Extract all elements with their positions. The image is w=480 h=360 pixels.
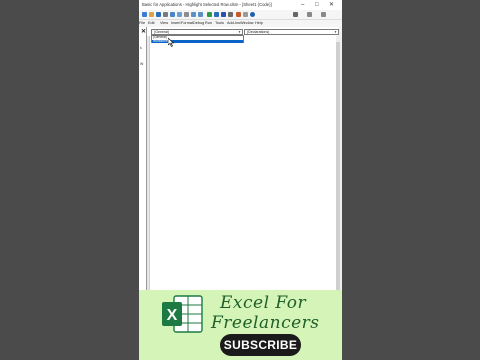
- undo-icon[interactable]: [191, 12, 196, 17]
- menu-run[interactable]: Run: [205, 21, 212, 25]
- pane-label: k: [140, 46, 142, 50]
- brand-line-2: Freelancers: [211, 313, 320, 333]
- properties-icon[interactable]: [243, 12, 248, 17]
- help-icon[interactable]: [250, 12, 255, 17]
- excel-logo-icon: X: [162, 295, 203, 333]
- reset-icon[interactable]: [221, 12, 226, 17]
- object-dropdown-value: (General): [154, 30, 170, 34]
- paste-icon[interactable]: [177, 12, 182, 17]
- object-list-item-selected[interactable]: Worksheet: [152, 39, 243, 43]
- design-mode-icon[interactable]: [228, 12, 233, 17]
- insert-module-icon[interactable]: [149, 12, 154, 17]
- toolbar-options-icon[interactable]: [307, 12, 312, 17]
- excel-logo-letter: X: [167, 307, 178, 324]
- menu-view[interactable]: View: [160, 21, 168, 25]
- run-icon[interactable]: [207, 12, 212, 17]
- subscribe-button[interactable]: SUBSCRIBE: [220, 334, 301, 356]
- redo-icon[interactable]: [198, 12, 203, 17]
- procedure-dropdown[interactable]: (Declarations) ▾: [244, 29, 339, 35]
- chevron-down-icon[interactable]: ▾: [237, 30, 242, 34]
- close-button[interactable]: ✕: [329, 1, 334, 9]
- minimize-button[interactable]: –: [301, 1, 304, 9]
- project-explorer-icon[interactable]: [236, 12, 241, 17]
- mouse-cursor-icon: [168, 38, 175, 47]
- title-bar: Basic for Applications - Highlight Selec…: [139, 0, 342, 10]
- window-tile-icon[interactable]: [321, 12, 326, 17]
- procedure-dropdown-value: (Declarations): [247, 30, 270, 34]
- find-icon[interactable]: [184, 12, 189, 17]
- menu-tools[interactable]: Tools: [215, 21, 224, 25]
- position-indicator-icon: [293, 12, 298, 17]
- menu-insert[interactable]: Insert: [171, 21, 181, 25]
- menu-add-ins[interactable]: Add-Ins: [227, 21, 240, 25]
- menu-debug[interactable]: Debug: [193, 21, 204, 25]
- cut-icon[interactable]: [163, 12, 168, 17]
- copy-icon[interactable]: [170, 12, 175, 17]
- view-excel-icon[interactable]: [142, 12, 147, 17]
- pane-label: W: [140, 62, 144, 66]
- save-icon[interactable]: [156, 12, 161, 17]
- chevron-down-icon[interactable]: ▾: [333, 30, 338, 34]
- menu-help[interactable]: Help: [255, 21, 263, 25]
- brand-line-1: Excel For: [220, 293, 307, 313]
- menu-edit[interactable]: Edit: [148, 21, 155, 25]
- object-list-popup: (General) Worksheet: [151, 35, 244, 43]
- menu-file[interactable]: File: [139, 21, 145, 25]
- break-icon[interactable]: [214, 12, 219, 17]
- menu-window[interactable]: Window: [240, 21, 254, 25]
- scrollbar-thumb[interactable]: [336, 42, 340, 292]
- window-title: Basic for Applications - Highlight Selec…: [142, 2, 272, 7]
- menu-format[interactable]: Format: [181, 21, 193, 25]
- maximize-button[interactable]: □: [315, 1, 319, 9]
